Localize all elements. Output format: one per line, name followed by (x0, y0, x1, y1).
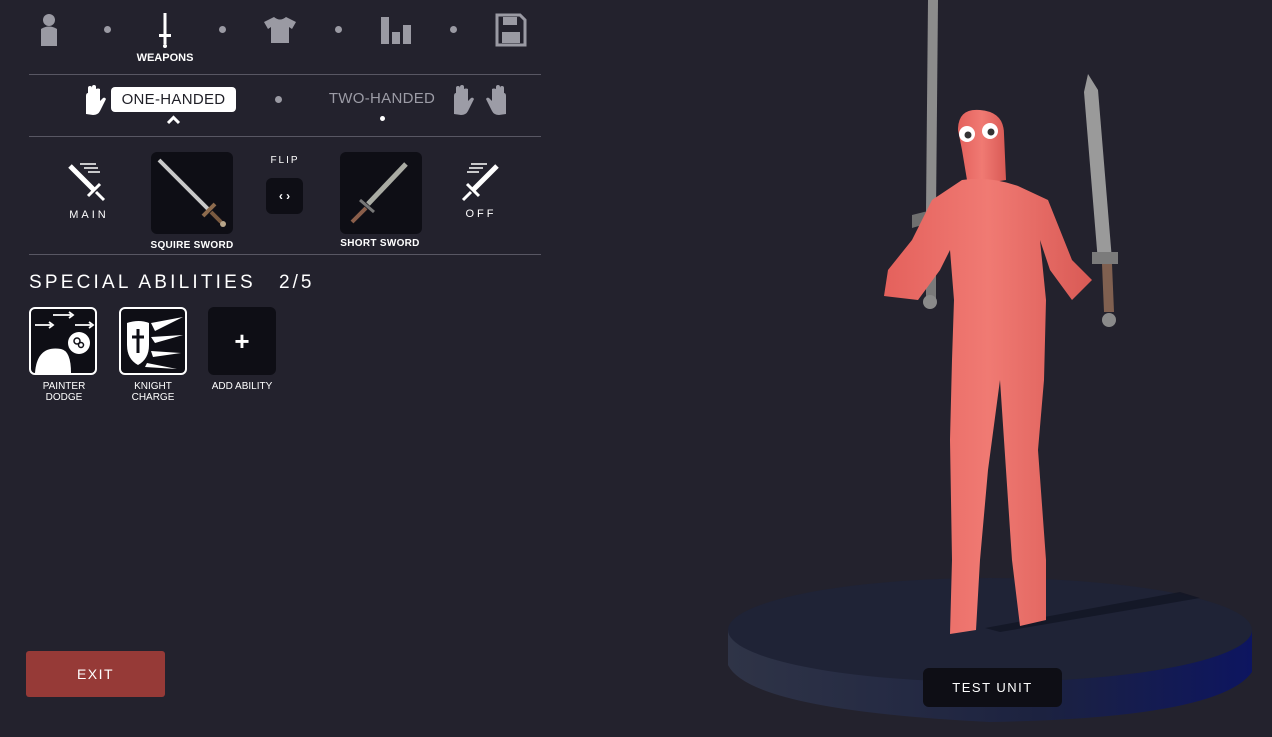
divider (29, 136, 541, 137)
off-hand-icon (461, 163, 499, 202)
main-weapon-slot[interactable] (151, 152, 233, 234)
ability-painter-dodge[interactable] (29, 307, 97, 375)
shield-charge-icon (121, 309, 185, 373)
ability-painter-dodge-label: PAINTER DODGE (42, 381, 86, 403)
unit-body (884, 109, 1092, 634)
person-icon (41, 14, 57, 46)
two-handed-indicator (380, 116, 385, 121)
short-sword-model (1084, 74, 1118, 327)
flip-label: FLIP (270, 155, 300, 166)
one-handed-toggle[interactable]: ONE-HANDED (111, 87, 236, 112)
two-hands-icon (454, 85, 506, 115)
tab-separator (104, 26, 111, 33)
tab-separator (219, 26, 226, 33)
save-icon (495, 13, 527, 47)
tab-separator (450, 26, 457, 33)
flip-button[interactable]: ‹ › (266, 178, 303, 214)
off-weapon-name: SHORT SWORD (340, 238, 420, 249)
exit-button[interactable]: EXIT (26, 651, 165, 697)
sword-icon (159, 13, 171, 48)
handed-separator (275, 96, 282, 103)
two-handed-toggle[interactable]: TWO-HANDED (318, 90, 446, 107)
off-weapon-slot[interactable] (340, 152, 422, 234)
divider (29, 74, 541, 75)
abilities-count: 2/5 (279, 272, 315, 293)
tab-separator (335, 26, 342, 33)
dodge-icon (31, 309, 95, 373)
add-ability-label: ADD ABILITY (211, 381, 273, 392)
add-ability-button[interactable]: + (208, 307, 276, 375)
main-hand-label: MAIN (69, 209, 109, 221)
unit-preview (728, 0, 1252, 722)
tab-weapons-label: WEAPONS (136, 52, 194, 64)
ability-knight-charge-label: KNIGHT CHARGE (131, 381, 175, 403)
main-weapon-name: SQUIRE SWORD (150, 240, 234, 251)
tab-unit-base[interactable] (29, 10, 69, 50)
off-hand-label: OFF (465, 208, 497, 220)
tab-save[interactable] (491, 10, 531, 50)
tab-stats[interactable] (376, 10, 416, 50)
chevron-up-icon (166, 115, 181, 125)
shirt-icon (264, 17, 296, 43)
short-sword-icon (350, 162, 408, 224)
main-hand-icon (68, 163, 106, 202)
flip-arrows-icon: ‹ › (278, 189, 291, 203)
tab-weapons[interactable] (145, 10, 185, 50)
ability-knight-charge[interactable] (119, 307, 187, 375)
one-hand-icon (86, 85, 106, 115)
tab-clothing[interactable] (260, 10, 300, 50)
test-unit-button[interactable]: TEST UNIT (923, 668, 1062, 707)
squire-sword-icon (157, 158, 226, 227)
divider (29, 254, 541, 255)
stats-icon (381, 17, 411, 44)
abilities-title: SPECIAL ABILITIES (29, 272, 256, 293)
plus-icon: + (234, 325, 250, 356)
